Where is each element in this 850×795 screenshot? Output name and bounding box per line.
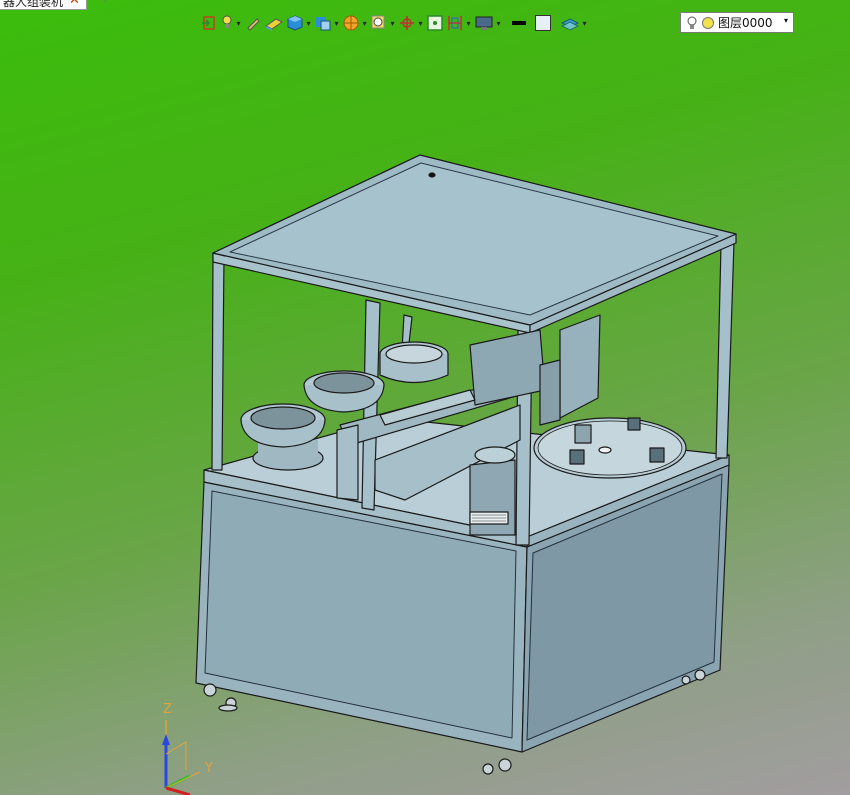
chevron-down-icon[interactable]: ▾ (581, 19, 588, 28)
layer-selector[interactable]: 图层0000 ▾ (680, 12, 794, 33)
fill-color-icon (535, 15, 551, 31)
eraser-button[interactable] (264, 13, 284, 33)
eraser-icon (265, 18, 283, 31)
chevron-down-icon[interactable]: ▾ (333, 19, 340, 28)
light-bulb-icon (687, 16, 697, 29)
chevron-down-icon[interactable]: ▾ (235, 19, 242, 28)
solid-view-icon (287, 15, 303, 31)
chevron-down-icon[interactable]: ▾ (495, 19, 502, 28)
line-color-icon (512, 21, 526, 25)
chevron-down-icon[interactable]: ▾ (361, 19, 368, 28)
line-color-button[interactable] (510, 13, 528, 33)
frame-post-front-left (211, 252, 225, 471)
new-tab-icon[interactable]: + (100, 0, 110, 6)
image-render-icon (427, 15, 443, 31)
rotary-index-table (533, 417, 687, 479)
display-settings-icon (475, 16, 493, 30)
vibratory-bowl-back (379, 341, 449, 384)
chevron-down-icon[interactable]: ▾ (389, 19, 396, 28)
exit-sketch-button[interactable] (200, 13, 218, 33)
rotate-view-icon (400, 16, 414, 30)
pencil-icon (247, 18, 260, 31)
pencil-button[interactable] (244, 13, 262, 33)
chevron-down-icon[interactable]: ▾ (305, 19, 312, 28)
dimension-icon (448, 16, 462, 30)
chevron-down-icon[interactable]: ▾ (465, 19, 472, 28)
pick-and-place-unit (559, 314, 601, 419)
dimension-button[interactable]: ▾ (446, 13, 472, 33)
zoom-icon (371, 15, 385, 29)
close-icon[interactable]: ✕ (69, 0, 80, 7)
exit-sketch-icon (202, 16, 215, 30)
solid-view-button[interactable]: ▾ (286, 13, 312, 33)
chevron-down-icon[interactable]: ▾ (784, 16, 788, 25)
light-bulb-icon (222, 15, 232, 28)
display-settings-button[interactable]: ▾ (474, 13, 502, 33)
z-axis-label: Z (163, 702, 172, 717)
fill-color-button[interactable] (534, 13, 552, 33)
layer-manager-button[interactable]: ▾ (560, 13, 588, 33)
document-tab-title: 器人组装机 (3, 0, 64, 9)
light-bulb-button[interactable]: ▾ (220, 13, 242, 33)
document-tab[interactable]: 器人组装机 ✕ (0, 0, 87, 10)
rotate-view-button[interactable]: ▾ (398, 13, 424, 33)
cad-model-view[interactable]: Z Y (0, 0, 850, 795)
y-axis-label: Y (204, 761, 213, 776)
zoom-button[interactable]: ▾ (370, 13, 396, 33)
layer-selector-value: 图层0000 (718, 16, 773, 30)
document-tab-strip: 器人组装机 ✕ + (0, 0, 850, 10)
view-toolbar: ▾ ▾ ▾ ▾ ▾ ▾ ▾ ▾ ▾ (200, 13, 590, 33)
frame-post-right (715, 241, 735, 459)
layer-color-icon (702, 16, 714, 29)
section-view-button[interactable]: ▾ (342, 13, 368, 33)
coordinate-triad (162, 720, 201, 795)
chevron-down-icon[interactable]: ▾ (417, 19, 424, 28)
layer-manager-icon (560, 18, 580, 31)
assembly-machine-model (195, 154, 737, 775)
view-orientation-icon (316, 17, 331, 31)
vibratory-bowl-left (240, 403, 326, 471)
view-orientation-button[interactable]: ▾ (314, 13, 340, 33)
image-render-button[interactable] (426, 13, 444, 33)
section-view-icon (343, 15, 359, 31)
